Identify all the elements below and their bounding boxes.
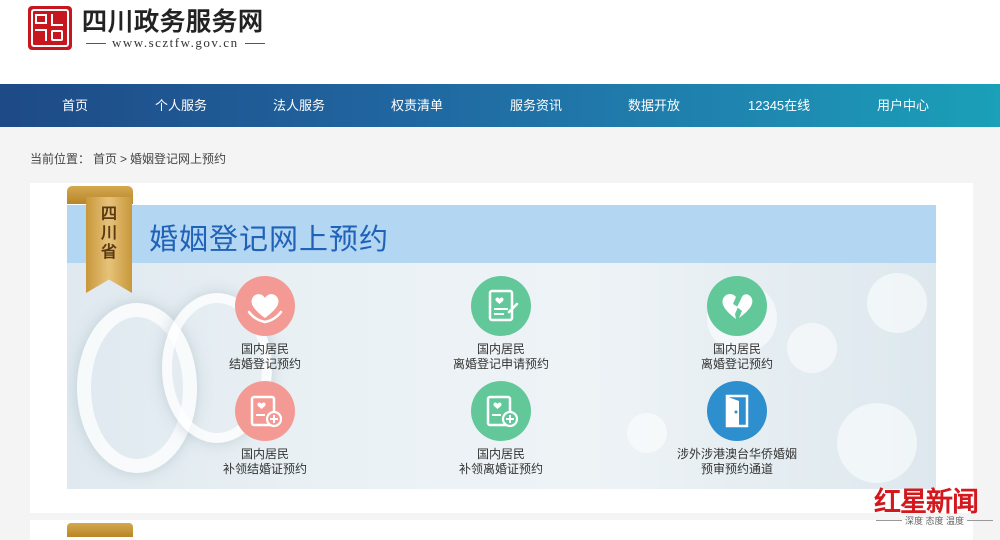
service-foreign-marriage-pre-review[interactable]: 涉外涉港澳台华侨婚姻 预审预约通道 [657, 381, 817, 477]
nav-12345-online[interactable]: 12345在线 [748, 84, 810, 127]
nav-personal-services[interactable]: 个人服务 [155, 84, 207, 127]
service-line1: 国内居民 [712, 342, 761, 356]
breadcrumb-current: 婚姻登记网上预约 [130, 152, 227, 166]
service-line1: 国内居民 [476, 447, 525, 461]
service-reissue-divorce-certificate[interactable]: 国内居民 补领离婚证预约 [421, 381, 581, 477]
watermark-subtitle-text: 深度 态度 温度 [905, 516, 965, 526]
form-document-icon [471, 276, 531, 336]
service-line1: 国内居民 [476, 342, 525, 356]
ribbon-char-3: 省 [100, 244, 117, 261]
service-line1: 国内居民 [240, 447, 289, 461]
watermark-subtitle: 深度 态度 温度 [876, 514, 994, 527]
breadcrumb: 当前位置： 首页 > 婚姻登记网上预约 [30, 150, 229, 167]
heart-hands-icon [235, 276, 295, 336]
service-line2: 离婚登记预约 [700, 357, 773, 371]
breadcrumb-prefix: 当前位置： [30, 152, 91, 166]
site-header: 四川政务服务网 www.scztfw.gov.cn [0, 0, 1000, 84]
nav-open-data[interactable]: 数据开放 [628, 84, 680, 127]
open-door-icon [707, 381, 767, 441]
service-line2: 补领结婚证预约 [222, 462, 307, 476]
nav-responsibility-list[interactable]: 权责清单 [391, 84, 443, 127]
ribbon-char-2: 川 [100, 225, 117, 242]
service-reissue-marriage-certificate[interactable]: 国内居民 补领结婚证预约 [185, 381, 345, 477]
next-panel [30, 520, 973, 540]
site-title[interactable]: 四川政务服务网 [82, 2, 264, 38]
service-line2: 离婚登记申请预约 [452, 357, 549, 371]
nav-service-news[interactable]: 服务资讯 [510, 84, 562, 127]
page-title: 婚姻登记网上预约 [149, 224, 390, 256]
service-line1: 国内居民 [240, 342, 289, 356]
ribbon-char-1: 四 [100, 206, 117, 223]
next-ribbon-tab [67, 523, 133, 537]
service-divorce-registration[interactable]: 国内居民 离婚登记预约 [657, 276, 817, 372]
service-marriage-registration[interactable]: 国内居民 结婚登记预约 [185, 276, 345, 372]
service-line2: 结婚登记预约 [228, 357, 301, 371]
nav-home[interactable]: 首页 [62, 84, 88, 127]
site-url: www.scztfw.gov.cn [86, 35, 265, 51]
nav-legal-entity-services[interactable]: 法人服务 [273, 84, 325, 127]
service-line2: 补领离婚证预约 [458, 462, 543, 476]
broken-heart-icon [707, 276, 767, 336]
service-line1: 涉外涉港澳台华侨婚姻 [676, 447, 797, 461]
breadcrumb-home[interactable]: 首页 [93, 152, 117, 166]
certificate-add-icon [235, 381, 295, 441]
watermark: 红星新闻 深度 态度 温度 [874, 480, 994, 532]
province-ribbon-text: 四 川 省 [86, 205, 132, 262]
site-logo[interactable] [28, 6, 72, 50]
service-line2: 预审预约通道 [700, 462, 773, 476]
certificate-add-icon [471, 381, 531, 441]
site-url-text: www.scztfw.gov.cn [112, 35, 239, 50]
breadcrumb-separator: > [120, 152, 128, 166]
nav-user-center[interactable]: 用户中心 [877, 84, 929, 127]
main-nav: 首页 个人服务 法人服务 权责清单 服务资讯 数据开放 12345在线 用户中心 [0, 84, 1000, 127]
service-divorce-application[interactable]: 国内居民 离婚登记申请预约 [421, 276, 581, 372]
